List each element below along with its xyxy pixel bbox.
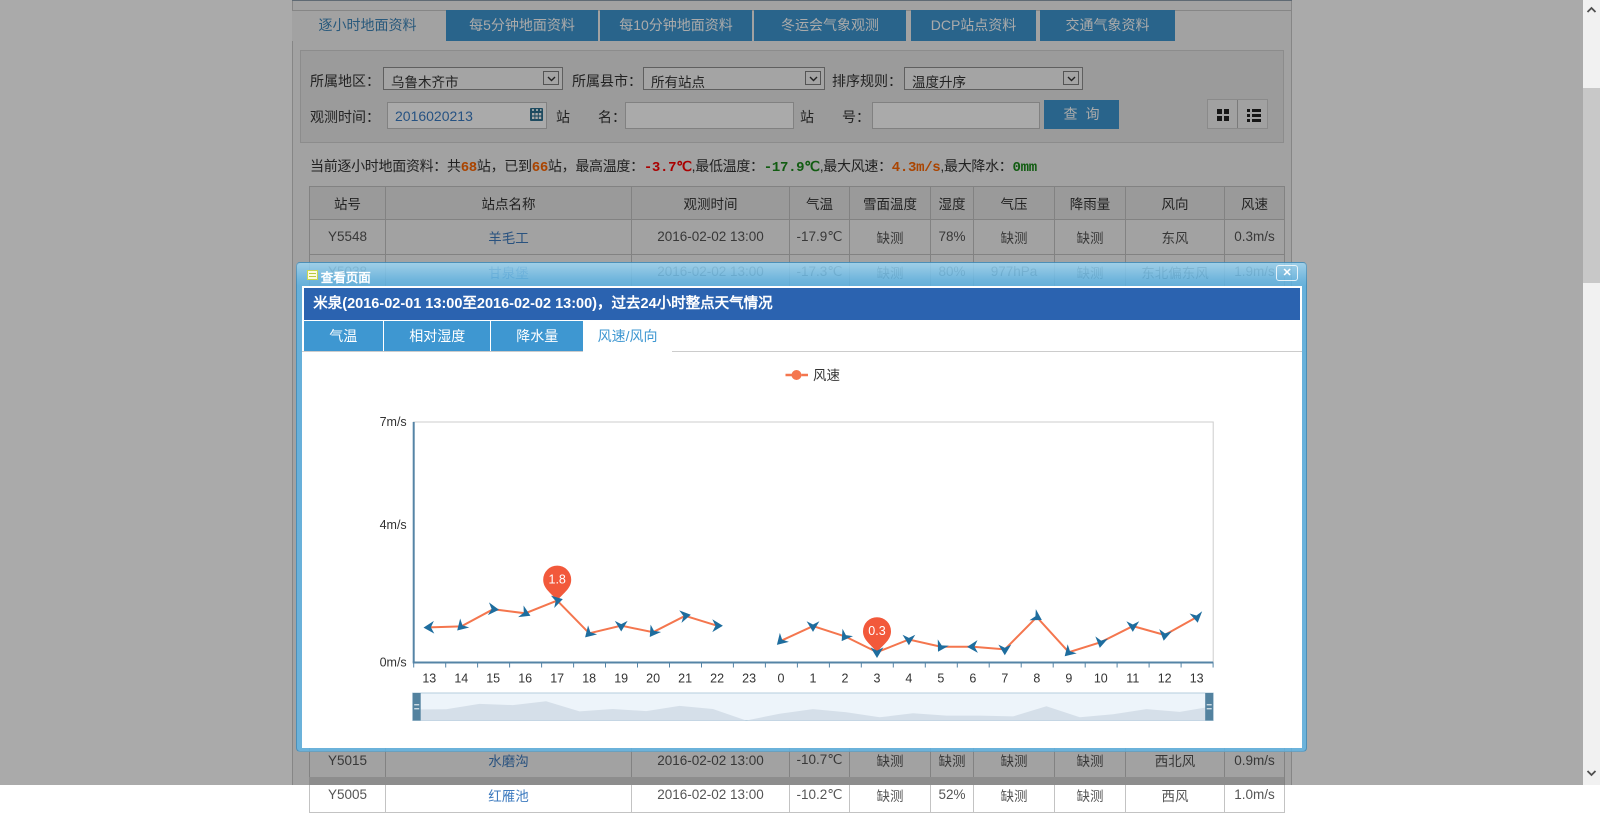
svg-text:0: 0 <box>778 672 785 686</box>
svg-text:5: 5 <box>938 672 945 686</box>
svg-text:19: 19 <box>615 672 629 686</box>
svg-text:17: 17 <box>551 672 565 686</box>
svg-text:11: 11 <box>1127 672 1140 686</box>
svg-text:23: 23 <box>742 672 756 686</box>
svg-text:3: 3 <box>874 672 881 686</box>
svg-text:9: 9 <box>1066 672 1073 686</box>
svg-text:6: 6 <box>970 672 977 686</box>
svg-text:8: 8 <box>1034 672 1041 686</box>
svg-text:1: 1 <box>810 672 817 686</box>
svg-text:15: 15 <box>487 672 501 686</box>
svg-text:14: 14 <box>455 672 469 686</box>
svg-text:12: 12 <box>1158 672 1172 686</box>
svg-text:2: 2 <box>842 672 849 686</box>
svg-text:4: 4 <box>906 672 913 686</box>
svg-text:0.3: 0.3 <box>869 624 886 638</box>
svg-text:10: 10 <box>1094 672 1108 686</box>
svg-text:13: 13 <box>1190 672 1204 686</box>
svg-text:风速: 风速 <box>813 368 840 383</box>
svg-text:7: 7 <box>1002 672 1009 686</box>
svg-text:16: 16 <box>519 672 533 686</box>
svg-text:22: 22 <box>710 672 724 686</box>
svg-text:20: 20 <box>646 672 660 686</box>
svg-text:4m/s: 4m/s <box>380 518 407 532</box>
svg-text:21: 21 <box>678 672 692 686</box>
svg-text:1.8: 1.8 <box>549 573 566 587</box>
svg-text:13: 13 <box>423 672 437 686</box>
svg-text:0m/s: 0m/s <box>380 656 407 670</box>
svg-text:18: 18 <box>583 672 597 686</box>
svg-text:7m/s: 7m/s <box>380 415 407 429</box>
